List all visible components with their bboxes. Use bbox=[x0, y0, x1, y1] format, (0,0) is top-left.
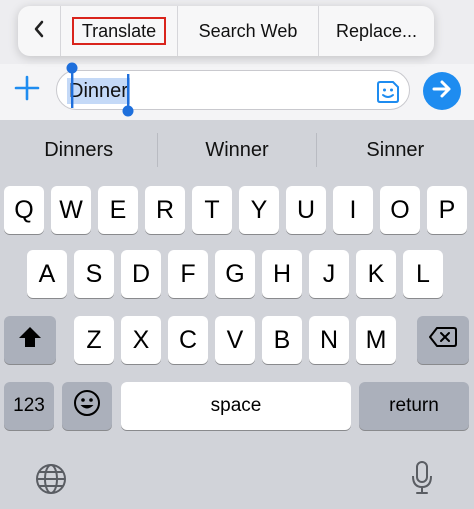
key-d[interactable]: D bbox=[121, 250, 161, 298]
key-c[interactable]: C bbox=[168, 316, 208, 364]
translate-menu-item[interactable]: Translate bbox=[61, 6, 178, 56]
chevron-left-icon bbox=[33, 18, 45, 44]
emoji-icon bbox=[73, 389, 101, 424]
shift-icon bbox=[17, 325, 43, 356]
add-attachment-button[interactable] bbox=[12, 74, 42, 106]
suggestion-item[interactable]: Winner bbox=[158, 133, 315, 167]
key-g[interactable]: G bbox=[215, 250, 255, 298]
suggestion-item[interactable]: Sinner bbox=[317, 133, 474, 167]
microphone-icon[interactable] bbox=[410, 460, 434, 496]
replace-menu-item[interactable]: Replace... bbox=[319, 6, 434, 56]
menu-back-button[interactable] bbox=[18, 6, 61, 56]
suggestion-item[interactable]: Dinners bbox=[0, 133, 157, 167]
return-key[interactable]: return bbox=[359, 382, 469, 430]
message-input[interactable]: Dinner bbox=[56, 70, 410, 110]
key-n[interactable]: N bbox=[309, 316, 349, 364]
replace-label: Replace... bbox=[335, 20, 418, 41]
space-key[interactable]: space bbox=[121, 382, 351, 430]
backspace-icon bbox=[428, 326, 458, 355]
search-web-menu-item[interactable]: Search Web bbox=[178, 6, 319, 56]
send-button[interactable] bbox=[423, 72, 461, 110]
key-e[interactable]: E bbox=[98, 186, 138, 234]
globe-icon[interactable] bbox=[34, 462, 68, 496]
shift-key[interactable] bbox=[4, 316, 56, 364]
key-q[interactable]: Q bbox=[4, 186, 44, 234]
key-a[interactable]: A bbox=[27, 250, 67, 298]
key-h[interactable]: H bbox=[262, 250, 302, 298]
numbers-key[interactable]: 123 bbox=[4, 382, 54, 430]
search-web-label: Search Web bbox=[198, 20, 298, 41]
emoji-key[interactable] bbox=[62, 382, 112, 430]
key-f[interactable]: F bbox=[168, 250, 208, 298]
edit-menu: Translate Search Web Replace... bbox=[18, 6, 434, 56]
key-j[interactable]: J bbox=[309, 250, 349, 298]
key-k[interactable]: K bbox=[356, 250, 396, 298]
sticker-button[interactable] bbox=[375, 79, 401, 105]
key-t[interactable]: T bbox=[192, 186, 232, 234]
delete-key[interactable] bbox=[417, 316, 469, 364]
selection-end-handle[interactable] bbox=[122, 72, 134, 118]
predictive-bar: Dinners Winner Sinner bbox=[0, 122, 474, 178]
translate-label: Translate bbox=[71, 17, 167, 45]
key-l[interactable]: L bbox=[403, 250, 443, 298]
sticker-icon bbox=[375, 81, 401, 109]
key-w[interactable]: W bbox=[51, 186, 91, 234]
key-z[interactable]: Z bbox=[74, 316, 114, 364]
key-i[interactable]: I bbox=[333, 186, 373, 234]
plus-icon bbox=[13, 74, 41, 107]
key-u[interactable]: U bbox=[286, 186, 326, 234]
key-m[interactable]: M bbox=[356, 316, 396, 364]
key-p[interactable]: P bbox=[427, 186, 467, 234]
selection-start-handle[interactable] bbox=[66, 62, 78, 112]
key-v[interactable]: V bbox=[215, 316, 255, 364]
key-x[interactable]: X bbox=[121, 316, 161, 364]
key-s[interactable]: S bbox=[74, 250, 114, 298]
arrow-up-icon bbox=[431, 78, 453, 105]
key-y[interactable]: Y bbox=[239, 186, 279, 234]
key-b[interactable]: B bbox=[262, 316, 302, 364]
key-r[interactable]: R bbox=[145, 186, 185, 234]
key-o[interactable]: O bbox=[380, 186, 420, 234]
